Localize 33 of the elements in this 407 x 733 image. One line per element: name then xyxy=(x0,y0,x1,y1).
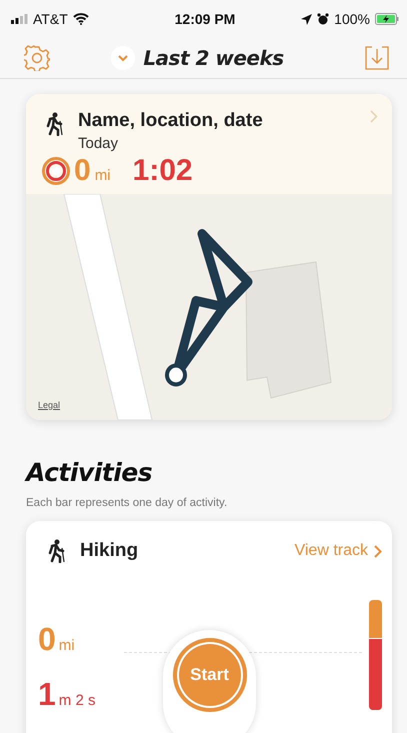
activity-name: Hiking xyxy=(80,540,140,562)
carrier-name: AT&T xyxy=(33,11,68,27)
hiker-icon xyxy=(46,112,64,136)
status-time: 12:09 PM xyxy=(174,11,236,27)
track-date: Today xyxy=(78,135,120,152)
battery-percentage: 100% xyxy=(334,11,370,27)
distance-value: 0 xyxy=(38,621,56,657)
battery-charging-icon xyxy=(374,13,399,25)
signal-icon xyxy=(11,14,28,24)
alarm-clock-icon xyxy=(317,13,330,25)
distance-unit: mi xyxy=(58,637,75,654)
settings-icon xyxy=(24,45,50,71)
location-arrow-icon xyxy=(301,14,312,24)
chevron-right-icon xyxy=(370,110,378,123)
wifi-icon xyxy=(72,13,89,25)
download-icon xyxy=(364,46,389,70)
period-dropdown[interactable]: Last 2 weeks xyxy=(105,45,290,71)
duration-value: 1:02 xyxy=(132,154,193,188)
hiker-icon xyxy=(48,539,66,563)
legal-link[interactable]: Legal xyxy=(38,400,60,410)
settings-button[interactable] xyxy=(24,45,50,71)
chevron-right-icon xyxy=(374,544,382,558)
download-button[interactable] xyxy=(364,46,389,70)
target-icon xyxy=(42,157,70,185)
track-card[interactable]: Name, location, date Today 0 mi 1:02 Legal xyxy=(26,94,392,420)
track-title: Name, location, date xyxy=(78,110,264,132)
time-value: 1 xyxy=(38,676,56,712)
time-unit: m 2 s xyxy=(58,692,96,709)
distance-unit: mi xyxy=(94,167,111,184)
distance-value: 0 xyxy=(74,154,91,188)
activities-description: Each bar represents one day of activity. xyxy=(26,497,228,509)
activities-heading: Activities xyxy=(26,458,154,487)
chevron-down-icon xyxy=(117,54,130,62)
